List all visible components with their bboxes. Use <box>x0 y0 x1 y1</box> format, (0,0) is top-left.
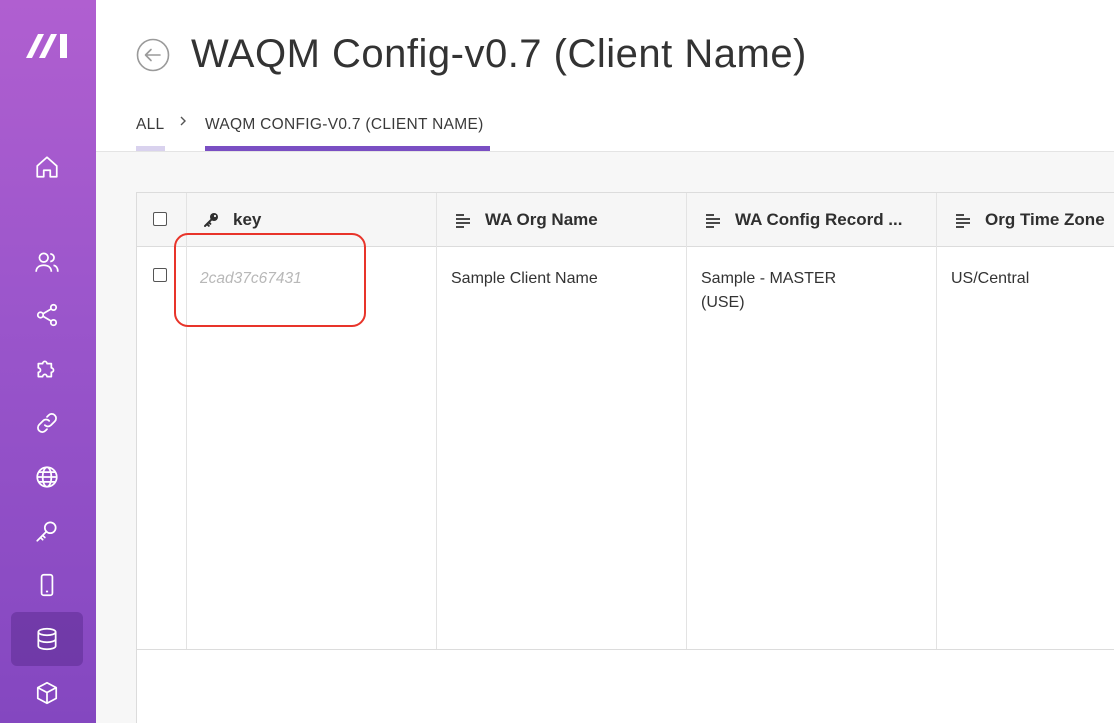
database-icon <box>37 627 57 651</box>
sidebar <box>0 0 96 723</box>
nav-data-structures[interactable] <box>11 666 83 720</box>
wa-org-name-column <box>436 193 687 649</box>
column-header-wa-org-name[interactable]: WA Org Name <box>455 193 598 246</box>
make-logo-icon[interactable] <box>24 28 72 64</box>
breadcrumb-all[interactable]: ALL <box>136 116 164 134</box>
arrow-left-circle-icon <box>136 38 170 72</box>
row-checkbox[interactable] <box>153 268 167 282</box>
column-header-label: WA Org Name <box>485 209 598 229</box>
nav-data-stores[interactable] <box>11 612 83 666</box>
table-bottom-border <box>137 649 1114 650</box>
text-align-icon <box>456 213 470 228</box>
column-header-org-time-zone[interactable]: Org Time Zone <box>955 193 1105 246</box>
main-content: WAQM Config-v0.7 (Client Name) ALL WAQM … <box>96 0 1114 723</box>
breadcrumb-current[interactable]: WAQM CONFIG-V0.7 (CLIENT NAME) <box>205 116 484 134</box>
text-align-icon <box>706 213 720 228</box>
annotation-highlight-box <box>174 233 366 327</box>
link-icon <box>37 413 57 433</box>
page-header: WAQM Config-v0.7 (Client Name) ALL WAQM … <box>96 0 1114 152</box>
nav-webhooks[interactable] <box>11 450 83 504</box>
nav-team[interactable] <box>11 235 83 289</box>
puzzle-icon <box>37 360 55 378</box>
key-icon <box>204 212 218 227</box>
share-icon <box>36 303 58 327</box>
nav-scenarios[interactable] <box>11 288 83 342</box>
breadcrumb-all-underline <box>136 146 165 151</box>
table-cell-wa-org-name[interactable]: Sample Client Name <box>451 267 598 291</box>
users-icon <box>35 252 59 272</box>
column-header-label: WA Config Record ... <box>735 209 903 229</box>
table-cell-org-time-zone[interactable]: US/Central <box>951 267 1029 291</box>
nav-devices[interactable] <box>11 558 83 612</box>
column-header-label: key <box>233 209 262 229</box>
table-cell-line: (USE) <box>701 294 745 311</box>
home-icon <box>36 156 58 178</box>
column-header-label: Org Time Zone <box>985 209 1105 229</box>
chevron-right-icon <box>180 116 186 126</box>
table-cell-line: Sample - MASTER <box>701 270 837 287</box>
select-all-checkbox[interactable] <box>153 212 167 226</box>
box-icon <box>36 681 58 705</box>
mobile-icon <box>40 573 54 597</box>
column-header-wa-config-record[interactable]: WA Config Record ... <box>705 193 902 246</box>
page-title: WAQM Config-v0.7 (Client Name) <box>191 32 807 76</box>
key-icon <box>36 521 57 542</box>
back-button[interactable] <box>136 38 170 72</box>
table-cell-wa-config-record[interactable]: Sample - MASTER (USE) <box>701 267 836 315</box>
nav-apps[interactable] <box>11 342 83 396</box>
nav-keys[interactable] <box>11 504 83 558</box>
wa-config-record-column <box>686 193 937 649</box>
nav-connections[interactable] <box>11 396 83 450</box>
text-align-icon <box>956 213 970 228</box>
nav-home[interactable] <box>11 140 83 194</box>
globe-icon <box>36 466 58 488</box>
breadcrumb-current-underline <box>205 146 490 151</box>
